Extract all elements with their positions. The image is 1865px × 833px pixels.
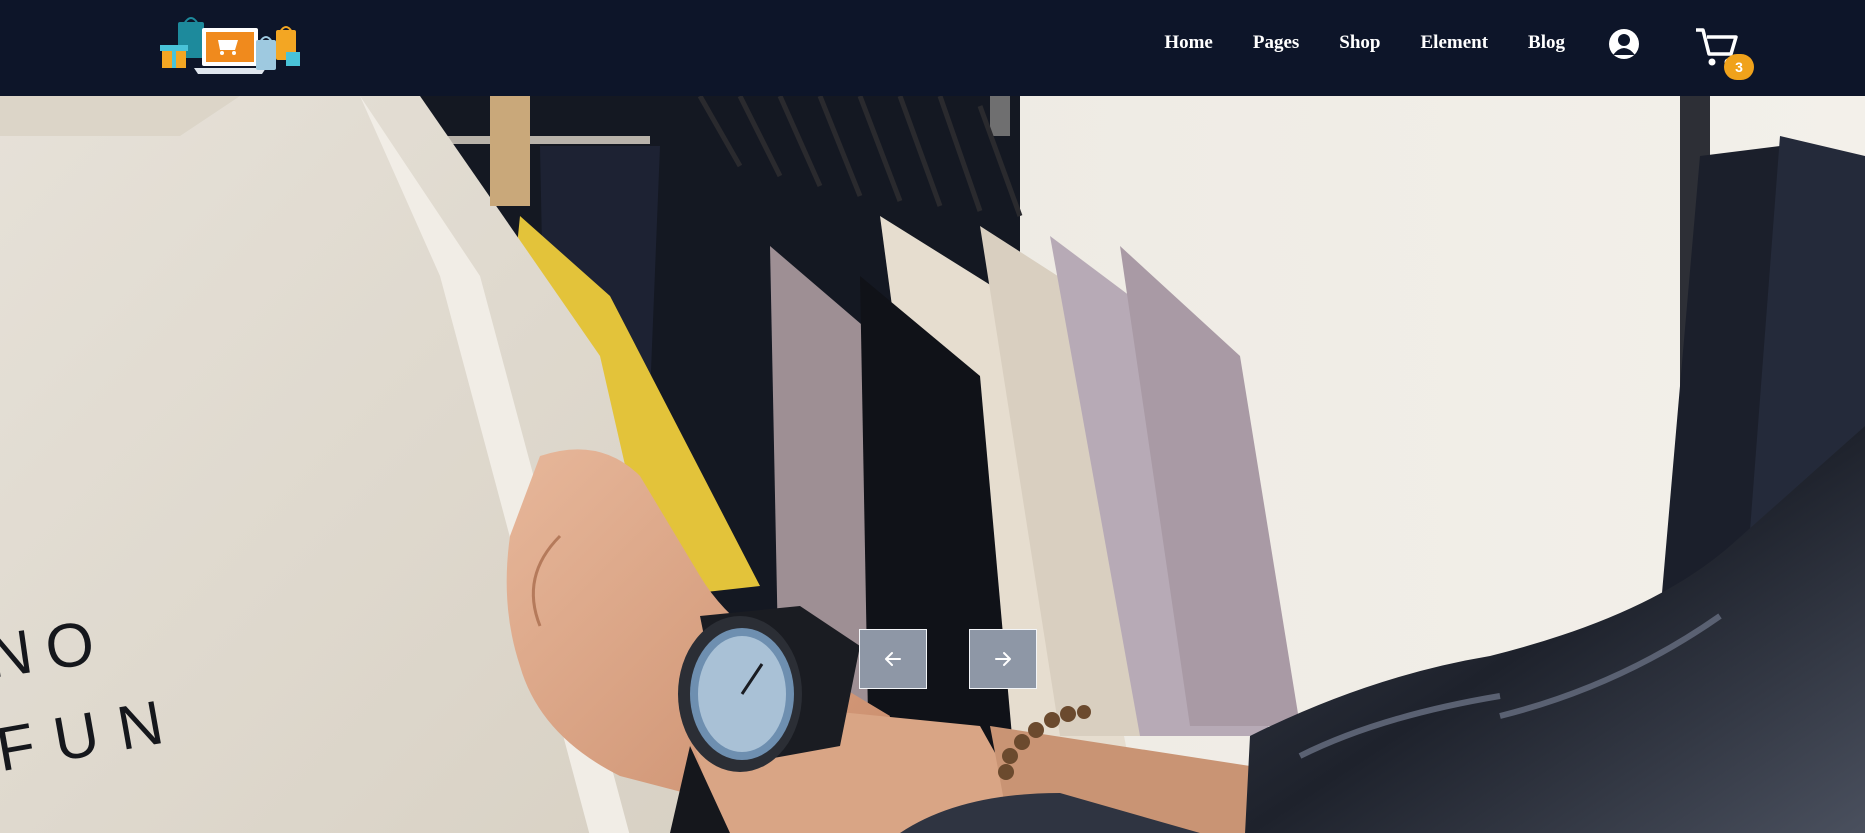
arrow-left-icon xyxy=(885,652,901,666)
nav-shop-link[interactable]: Shop xyxy=(1339,32,1380,54)
slider-next-button[interactable] xyxy=(969,629,1037,689)
main-nav: Home Pages Shop Element Blog xyxy=(1164,32,1565,54)
nav-pages-link[interactable]: Pages xyxy=(1253,32,1299,54)
arrow-right-icon xyxy=(995,652,1011,666)
top-navbar: Home Pages Shop Element Blog 3 xyxy=(0,0,1865,96)
hero-image: NO FUN xyxy=(0,96,1865,833)
hero-slider: NO FUN xyxy=(0,96,1865,833)
nav-home-link[interactable]: Home xyxy=(1164,32,1213,54)
nav-element-link[interactable]: Element xyxy=(1421,32,1489,54)
user-circle-icon[interactable] xyxy=(1608,28,1640,60)
cart-count-badge: 3 xyxy=(1724,54,1754,80)
nav-blog-link[interactable]: Blog xyxy=(1528,32,1565,54)
slider-prev-button[interactable] xyxy=(859,629,927,689)
shop-logo[interactable] xyxy=(160,12,306,80)
